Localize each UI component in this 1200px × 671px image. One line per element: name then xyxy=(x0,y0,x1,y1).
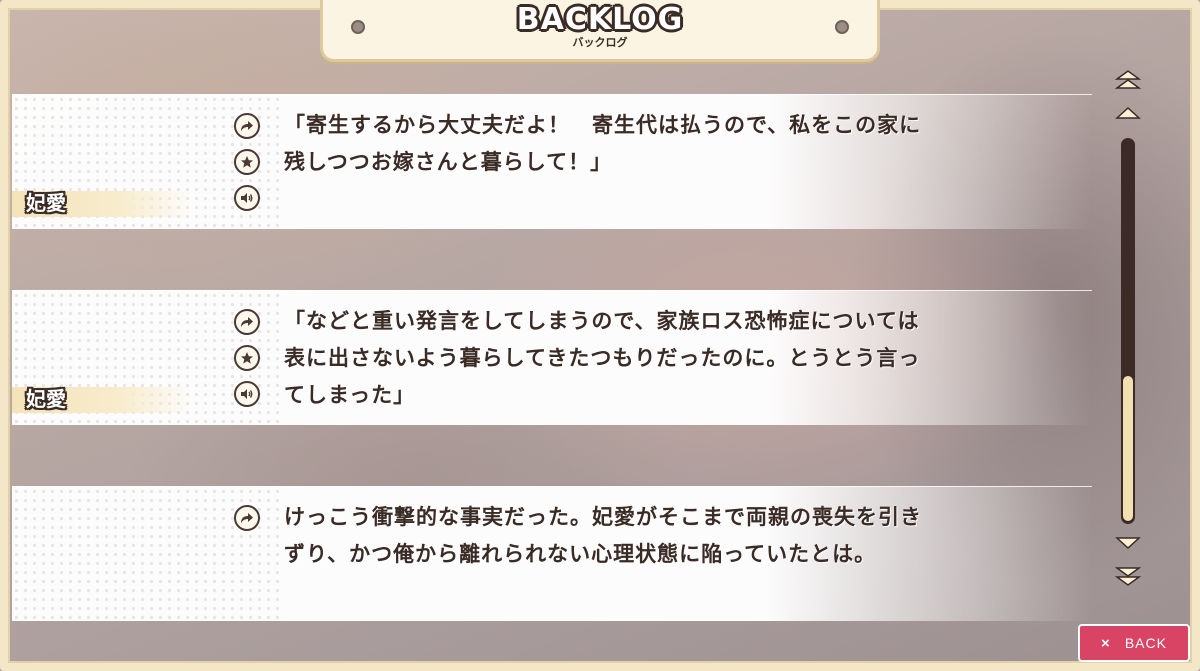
log-entry: 妃愛 「寄生するから大丈夫だよ！ 寄生代は払うので、私をこの家に残しつつお嫁さん… xyxy=(12,94,1092,229)
page-subtitle: バックログ xyxy=(572,36,628,49)
jump-arrow-icon[interactable] xyxy=(234,113,260,139)
entry-icons xyxy=(234,113,264,221)
close-icon: × xyxy=(1101,634,1111,652)
scroll-bottom-button[interactable] xyxy=(1114,564,1142,588)
page-title: BACKLOG xyxy=(516,2,684,37)
narration-text: けっこう衝撃的な事実だった。妃愛がそこまで両親の喪失を引きずり、かつ俺から離れら… xyxy=(284,505,922,566)
speaker-name: 妃愛 xyxy=(26,191,66,215)
dialogue-text: 「などと重い発言をしてしまうので、家族ロス恐怖症については表に出さないよう暮らし… xyxy=(284,309,921,407)
dialogue-text: 「寄生するから大丈夫だよ！ 寄生代は払うので、私をこの家に残しつつお嫁さんと暮ら… xyxy=(284,113,922,174)
scroll-up-button[interactable] xyxy=(1114,100,1142,124)
header-tab: BACKLOG バックログ xyxy=(320,0,880,62)
back-label: BACK xyxy=(1124,635,1167,651)
entry-icons xyxy=(234,309,264,417)
entry-icons xyxy=(234,505,264,541)
speaker-icon[interactable] xyxy=(234,381,260,407)
scrollbar-thumb[interactable] xyxy=(1123,376,1133,521)
jump-arrow-icon[interactable] xyxy=(234,309,260,335)
star-icon[interactable] xyxy=(234,149,260,175)
scroll-down-button[interactable] xyxy=(1114,532,1142,556)
speaker-icon[interactable] xyxy=(234,185,260,211)
star-icon[interactable] xyxy=(234,345,260,371)
back-button[interactable]: × BACK xyxy=(1078,624,1190,662)
scroll-top-button[interactable] xyxy=(1114,68,1142,92)
log-entry: けっこう衝撃的な事実だった。妃愛がそこまで両親の喪失を引きずり、かつ俺から離れら… xyxy=(12,486,1092,621)
log-entry: 妃愛 「などと重い発言をしてしまうので、家族ロス恐怖症については表に出さないよう… xyxy=(12,290,1092,425)
jump-arrow-icon[interactable] xyxy=(234,505,260,531)
speaker-name: 妃愛 xyxy=(26,387,66,411)
